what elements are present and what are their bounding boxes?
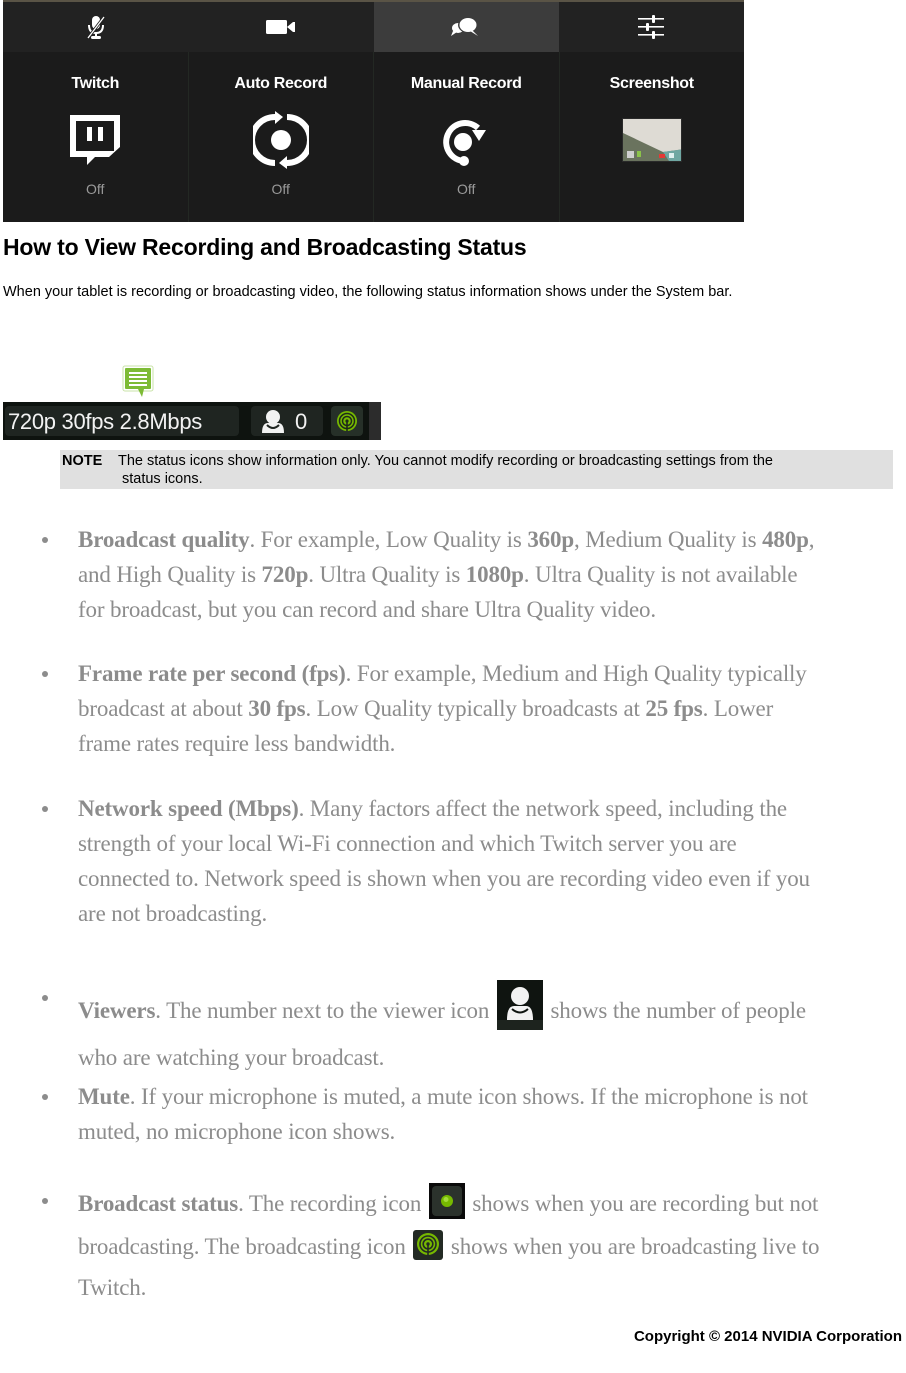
tab-camera[interactable] — [188, 2, 374, 52]
bullet-title: Frame rate per second (fps) — [78, 661, 346, 686]
tab-chat[interactable] — [373, 2, 559, 52]
chat-bubbles-icon — [451, 17, 479, 36]
mic-muted-icon — [86, 16, 105, 39]
twitch-icon — [65, 110, 125, 170]
auto-record-icon — [251, 110, 311, 170]
viewer-icon — [262, 410, 284, 433]
bold-value: 25 fps — [645, 696, 703, 721]
bold-value: 480p — [762, 527, 809, 552]
tile-status: Off — [271, 181, 290, 197]
bold-value: 720p — [261, 562, 309, 587]
tile-manual-record[interactable]: Manual Record Off — [374, 52, 560, 222]
bullet-line: Network speed (Mbps). Many factors affec… — [78, 796, 787, 821]
bullet-marker — [40, 1196, 50, 1206]
tile-status: Off — [457, 181, 476, 197]
bold-value: 30 fps — [248, 696, 306, 721]
broadcasting-icon — [413, 1230, 444, 1270]
bullet-line: connected to. Network speed is shown whe… — [78, 866, 810, 891]
bullet-line: Viewers. The number next to the viewer i… — [78, 980, 896, 1040]
bullet-line: Twitch. — [78, 1275, 147, 1300]
bullet-line: and High Quality is 720p. Ultra Quality … — [78, 562, 798, 587]
bold-value: 360p — [527, 527, 575, 552]
panel-tab-bar — [3, 2, 744, 52]
share-control-panel: Twitch Off Auto Record Off Manual Record… — [3, 0, 744, 222]
video-camera-icon — [265, 20, 295, 34]
bullet-line: are not broadcasting. — [78, 901, 268, 926]
bullet-line: broadcast at about 30 fps. Low Quality t… — [78, 696, 774, 721]
tile-screenshot[interactable]: Screenshot — [560, 52, 745, 222]
bullet-line: for broadcast, but you can record and sh… — [78, 597, 656, 622]
status-bar-edge — [369, 402, 381, 440]
bullet-marker — [40, 669, 50, 679]
bullet-line: muted, no microphone icon shows. — [78, 1119, 396, 1144]
tile-label: Twitch — [71, 75, 120, 92]
section-heading: How to View Recording and Broadcasting S… — [3, 234, 527, 260]
bullet-line: Mute. If your microphone is muted, a mut… — [78, 1084, 808, 1109]
tab-settings[interactable] — [558, 2, 744, 52]
status-bar: 720p 30fps 2.8Mbps 0 — [3, 402, 381, 440]
bullet-line: Broadcast quality. For example, Low Qual… — [78, 527, 815, 552]
tile-twitch[interactable]: Twitch Off — [3, 52, 189, 222]
tile-auto-record[interactable]: Auto Record Off — [189, 52, 374, 222]
copyright-footer: Copyright © 2014 NVIDIA Corporation — [633, 1328, 902, 1345]
bullet-line: who are watching your broadcast. — [78, 1045, 385, 1070]
bullet-title: Broadcast status — [78, 1191, 239, 1216]
comment-note-icon — [122, 365, 154, 397]
bullet-item: Viewers. The number next to the viewer i… — [78, 980, 896, 1075]
intro-paragraph: When your tablet is recording or broadca… — [3, 284, 733, 300]
tile-label: Manual Record — [410, 75, 522, 92]
bullet-item: Broadcast quality. For example, Low Qual… — [78, 522, 896, 627]
bullet-title: Mute — [78, 1084, 130, 1109]
bullet-marker — [40, 535, 50, 545]
bullet-item: Mute. If your microphone is muted, a mut… — [78, 1079, 896, 1149]
bullet-item: Broadcast status. The recording icon sho… — [78, 1183, 896, 1305]
tile-label: Screenshot — [609, 75, 694, 92]
tile-status: Off — [86, 181, 105, 197]
bullet-title: Network speed (Mbps) — [78, 796, 299, 821]
tile-label: Auto Record — [234, 75, 328, 92]
bullet-line: broadcasting. The broadcasting icon show… — [78, 1229, 896, 1270]
panel-tiles: Twitch Off Auto Record Off Manual Record… — [3, 52, 744, 222]
status-bar-illustration: 720p 30fps 2.8Mbps 0 — [3, 365, 381, 441]
bullet-marker — [40, 993, 50, 1003]
bullet-line: Frame rate per second (fps). For example… — [78, 661, 807, 686]
bullet-line: Broadcast status. The recording icon sho… — [78, 1183, 896, 1229]
note-text-line2: status icons. — [122, 471, 203, 487]
note-label: NOTE — [62, 453, 103, 469]
bullet-marker — [40, 804, 50, 814]
manual-record-icon — [436, 110, 496, 170]
screenshot-thumbnail — [621, 110, 682, 170]
note-text-line1: The status icons show information only. … — [118, 453, 773, 469]
tab-microphone[interactable] — [3, 2, 189, 52]
bullet-title: Broadcast quality — [78, 527, 250, 552]
viewer-icon — [496, 980, 543, 1040]
sliders-icon — [638, 15, 665, 39]
bullet-line: frame rates require less bandwidth. — [78, 731, 396, 756]
note-box: NOTE The status icons show information o… — [60, 450, 893, 489]
bullet-item: Frame rate per second (fps). For example… — [78, 656, 896, 761]
bold-value: 1080p — [465, 562, 524, 587]
viewers-count: 0 — [295, 409, 308, 434]
bullet-item: Network speed (Mbps). Many factors affec… — [78, 791, 896, 931]
recording-icon — [428, 1183, 465, 1229]
bullet-title: Viewers — [78, 998, 156, 1023]
quality-readout: 720p 30fps 2.8Mbps — [8, 409, 202, 434]
broadcasting-icon — [337, 411, 357, 431]
bullet-line: strength of your local Wi-Fi connection … — [78, 831, 737, 856]
bullet-marker — [40, 1092, 50, 1102]
